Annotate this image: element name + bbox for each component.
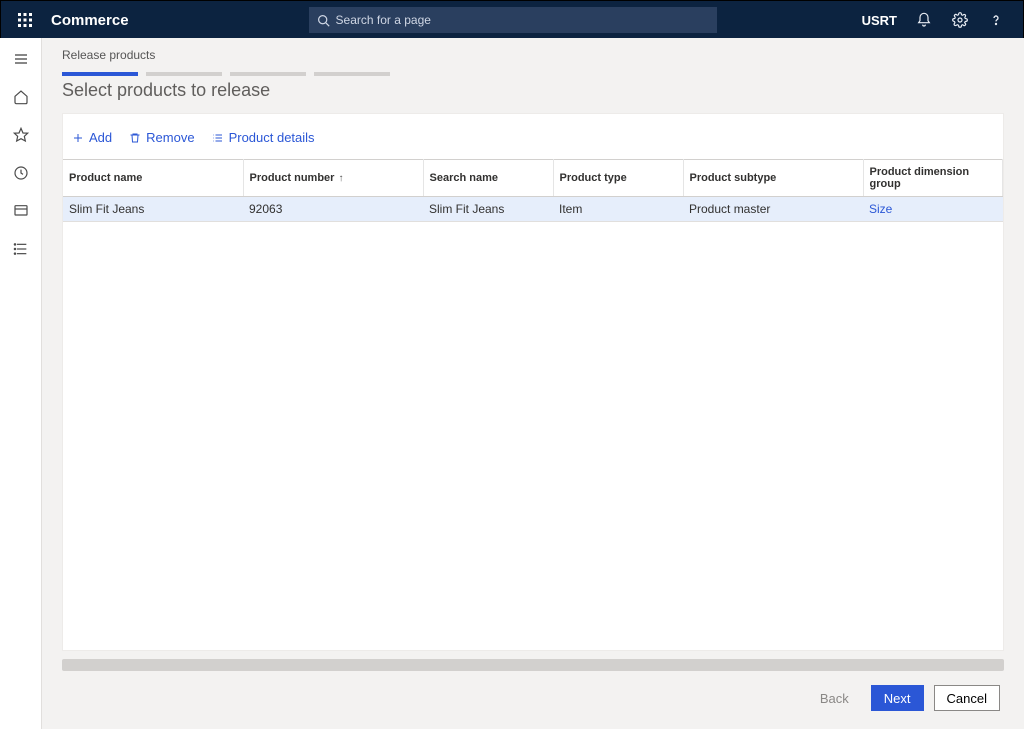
plus-icon — [71, 131, 85, 145]
cell-product-name: Slim Fit Jeans — [63, 197, 243, 222]
help-icon[interactable] — [987, 11, 1005, 29]
horizontal-scrollbar[interactable] — [62, 659, 1004, 671]
products-grid: Product name Product number↑ Search name… — [63, 159, 1003, 222]
cell-search-name: Slim Fit Jeans — [423, 197, 553, 222]
modules-icon[interactable] — [12, 240, 30, 258]
main-content: Release products Select products to rele… — [42, 38, 1024, 729]
page-title: Select products to release — [42, 78, 1024, 113]
list-icon — [211, 131, 225, 145]
cancel-button[interactable]: Cancel — [934, 685, 1000, 711]
cell-product-type: Item — [553, 197, 683, 222]
add-button[interactable]: Add — [71, 130, 112, 145]
col-product-type[interactable]: Product type — [553, 160, 683, 197]
col-dimension-group[interactable]: Product dimension group — [863, 160, 1003, 197]
search-icon — [317, 14, 330, 27]
wizard-step-4 — [314, 72, 390, 76]
cell-dimension-group[interactable]: Size — [863, 197, 1003, 222]
brand-title: Commerce — [51, 12, 129, 29]
left-nav-rail — [0, 38, 42, 729]
wizard-step-3 — [230, 72, 306, 76]
wizard-footer: Back Next Cancel — [42, 671, 1024, 729]
details-label: Product details — [229, 130, 315, 145]
app-launcher-icon[interactable] — [9, 4, 41, 36]
wizard-step-2 — [146, 72, 222, 76]
remove-label: Remove — [146, 130, 194, 145]
sort-asc-icon: ↑ — [338, 173, 343, 184]
wizard-step-1 — [62, 72, 138, 76]
grid-toolbar: Add Remove Product details — [63, 114, 1003, 159]
wizard-progress — [42, 66, 1024, 78]
table-row[interactable]: Slim Fit Jeans 92063 Slim Fit Jeans Item… — [63, 197, 1003, 222]
products-panel: Add Remove Product details Product name … — [62, 113, 1004, 651]
col-product-name[interactable]: Product name — [63, 160, 243, 197]
notifications-icon[interactable] — [915, 11, 933, 29]
remove-button[interactable]: Remove — [128, 130, 194, 145]
cell-product-number: 92063 — [243, 197, 423, 222]
product-details-button[interactable]: Product details — [211, 130, 315, 145]
global-search[interactable] — [309, 7, 717, 33]
top-right-actions: USRT — [862, 11, 1015, 29]
next-button[interactable]: Next — [871, 685, 924, 711]
cell-product-subtype: Product master — [683, 197, 863, 222]
trash-icon — [128, 131, 142, 145]
legal-entity[interactable]: USRT — [862, 13, 897, 28]
add-label: Add — [89, 130, 112, 145]
search-input[interactable] — [336, 13, 709, 27]
recent-icon[interactable] — [12, 164, 30, 182]
home-icon[interactable] — [12, 88, 30, 106]
col-search-name[interactable]: Search name — [423, 160, 553, 197]
settings-icon[interactable] — [951, 11, 969, 29]
hamburger-icon[interactable] — [12, 50, 30, 68]
back-button: Back — [808, 685, 861, 711]
favorites-icon[interactable] — [12, 126, 30, 144]
breadcrumb: Release products — [42, 38, 1024, 66]
col-product-number[interactable]: Product number↑ — [243, 160, 423, 197]
col-product-subtype[interactable]: Product subtype — [683, 160, 863, 197]
workspaces-icon[interactable] — [12, 202, 30, 220]
top-bar: Commerce USRT — [1, 1, 1023, 39]
